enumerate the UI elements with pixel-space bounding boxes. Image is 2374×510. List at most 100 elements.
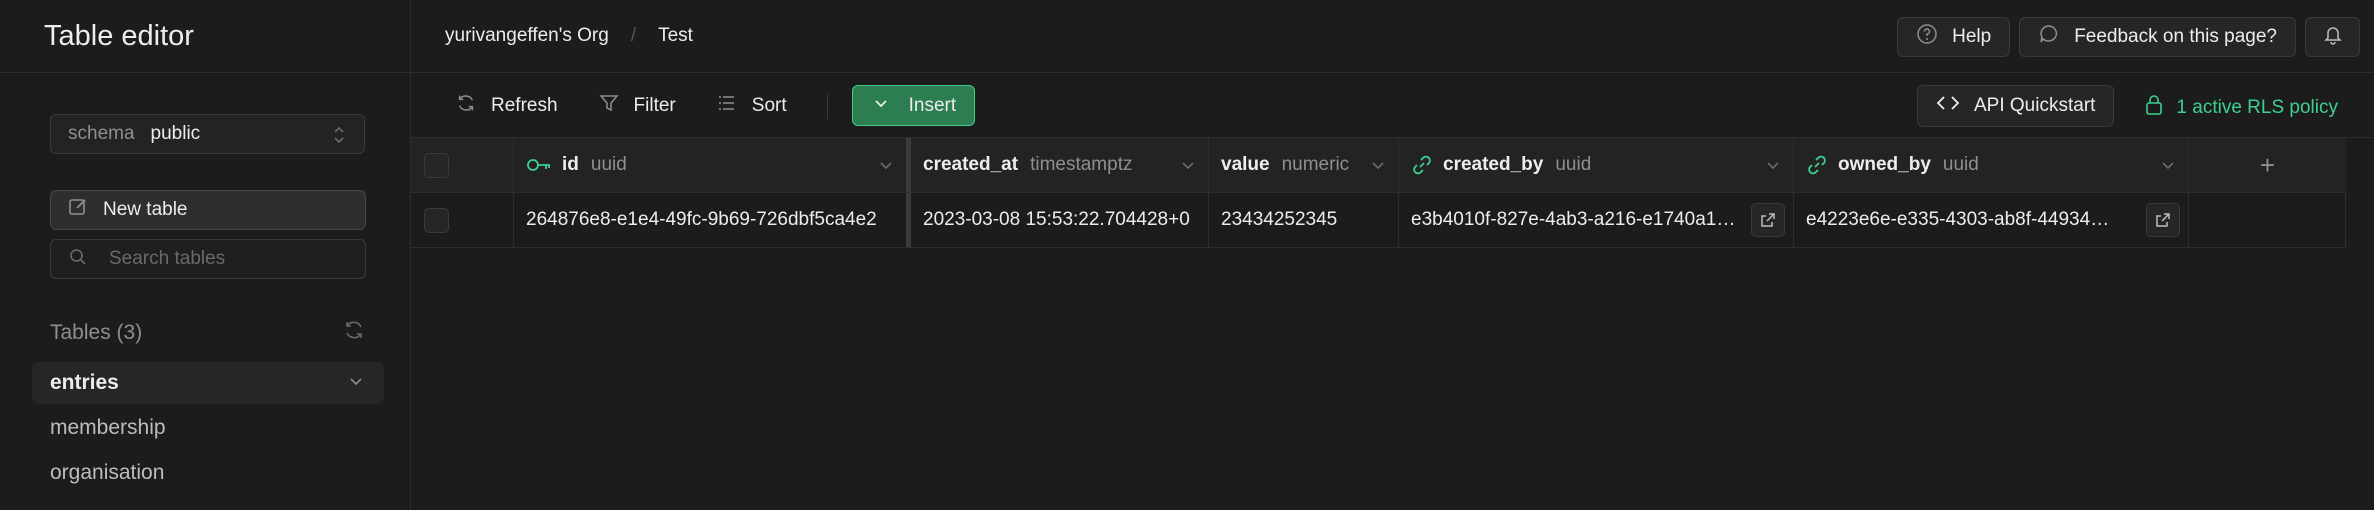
notifications-button[interactable] [2305, 17, 2360, 57]
tables-header: Tables (3) [50, 318, 366, 347]
breadcrumb-org[interactable]: yurivangeffen's Org [445, 25, 609, 47]
edit-icon [67, 196, 103, 224]
link-icon [1413, 155, 1431, 175]
refresh-label: Refresh [491, 94, 558, 116]
chevron-down-icon [2162, 162, 2174, 170]
column-type: timestamptz [1030, 154, 1133, 175]
table-item-label: membership [50, 416, 166, 439]
chevron-down-icon [880, 162, 892, 170]
rls-policy-link[interactable]: 1 active RLS policy [2144, 94, 2338, 122]
breadcrumb: yurivangeffen's Org / Test [411, 25, 693, 47]
data-grid: id uuid created_at timestamptz value num… [411, 138, 2346, 248]
new-table-button[interactable]: New table [50, 190, 366, 230]
help-button[interactable]: Help [1897, 17, 2011, 57]
filter-button[interactable]: Filter [598, 92, 676, 120]
column-header-value[interactable]: value numeric [1209, 138, 1399, 192]
new-table-label: New table [103, 199, 188, 220]
column-header-owned-by[interactable]: owned_by uuid [1794, 138, 2189, 192]
cell-created-by[interactable]: e3b4010f-827e-4ab3-a216-e1740a1… [1399, 193, 1794, 247]
sidebar: Table editor schema public New table Tab… [0, 0, 411, 510]
top-bar: yurivangeffen's Org / Test Help Feedback… [411, 0, 2374, 73]
grid-header-row: id uuid created_at timestamptz value num… [411, 138, 2346, 193]
cell-value: e3b4010f-827e-4ab3-a216-e1740a1… [1411, 209, 1736, 230]
api-quickstart-button[interactable]: API Quickstart [1917, 85, 2115, 127]
tables-heading: Tables (3) [50, 320, 143, 344]
table-row: 264876e8-e1e4-49fc-9b69-726dbf5ca4e2 202… [411, 193, 2346, 248]
cell-owned-by[interactable]: e4223e6e-e335-4303-ab8f-44934… [1794, 193, 2189, 247]
cell-value: 264876e8-e1e4-49fc-9b69-726dbf5ca4e2 [526, 209, 877, 230]
sort-button[interactable]: Sort [716, 92, 787, 120]
search-tables-input[interactable] [109, 248, 349, 270]
select-all-cell [411, 138, 514, 192]
column-header-id[interactable]: id uuid [514, 138, 911, 192]
sort-icon [716, 92, 752, 120]
cell-value[interactable]: 23434252345 [1209, 193, 1399, 247]
table-item-label: entries [50, 371, 119, 394]
column-name: owned_by [1838, 154, 1931, 175]
api-quickstart-label: API Quickstart [1974, 95, 2096, 116]
page-title: Table editor [44, 19, 194, 52]
column-type: uuid [1942, 154, 1979, 175]
insert-button[interactable]: Insert [851, 85, 976, 126]
chevron-down-icon [1767, 162, 1779, 170]
column-name: id [562, 154, 579, 175]
empty-cell [2189, 193, 2346, 247]
chevron-down-icon [1372, 162, 1384, 170]
open-reference-button[interactable] [1751, 203, 1785, 237]
search-tables-box[interactable] [50, 239, 366, 279]
sidebar-item-entries[interactable]: entries [32, 362, 384, 404]
row-checkbox[interactable] [424, 207, 449, 233]
column-type: numeric [1281, 154, 1350, 175]
sidebar-item-organisation[interactable]: organisation [32, 452, 384, 494]
refresh-tables-icon[interactable] [342, 318, 366, 347]
cell-id[interactable]: 264876e8-e1e4-49fc-9b69-726dbf5ca4e2 [514, 193, 911, 247]
breadcrumb-project[interactable]: Test [658, 25, 693, 47]
column-type: uuid [1555, 154, 1592, 175]
message-icon [2038, 23, 2074, 51]
chevron-down-icon [873, 95, 909, 117]
cell-created-at[interactable]: 2023-03-08 15:53:22.704428+0 [911, 193, 1209, 247]
key-icon [527, 159, 550, 171]
column-header-created-by[interactable]: created_by uuid [1399, 138, 1794, 192]
search-icon [69, 248, 87, 271]
plus-icon: + [2259, 149, 2276, 180]
open-reference-button[interactable] [2146, 203, 2180, 237]
help-label: Help [1952, 26, 1992, 47]
external-link-icon [1761, 213, 1775, 227]
column-header-created-at[interactable]: created_at timestamptz [911, 138, 1209, 192]
column-name: created_at [923, 154, 1019, 175]
table-list: entries membership organisation [32, 362, 384, 497]
cell-value: e4223e6e-e335-4303-ab8f-44934… [1806, 209, 2110, 230]
chevron-up-down-icon [332, 124, 346, 152]
select-all-checkbox[interactable] [424, 152, 449, 178]
column-name: created_by [1443, 154, 1544, 175]
schema-select[interactable]: schema public [50, 114, 365, 154]
column-name: value [1221, 154, 1270, 175]
refresh-icon [455, 92, 491, 120]
chevron-down-icon [1182, 162, 1194, 170]
sidebar-header: Table editor [0, 0, 410, 73]
lock-icon [2144, 94, 2176, 122]
chevron-down-icon[interactable] [348, 371, 364, 395]
feedback-label: Feedback on this page? [2074, 26, 2277, 47]
bell-icon [2322, 23, 2344, 51]
link-icon [1808, 155, 1826, 175]
row-select-cell [411, 193, 514, 247]
cell-value: 2023-03-08 15:53:22.704428+0 [923, 209, 1190, 230]
toolbar-divider [826, 92, 828, 119]
code-icon [1936, 93, 1974, 119]
column-type: uuid [590, 154, 627, 175]
filter-icon [598, 92, 634, 120]
sidebar-item-membership[interactable]: membership [32, 407, 384, 449]
breadcrumb-separator: / [630, 25, 637, 46]
schema-label: schema [68, 123, 135, 144]
cell-value: 23434252345 [1221, 209, 1338, 230]
add-column-button[interactable]: + [2189, 138, 2346, 192]
feedback-button[interactable]: Feedback on this page? [2019, 17, 2296, 57]
rls-policy-label: 1 active RLS policy [2176, 97, 2338, 118]
sort-label: Sort [751, 94, 787, 116]
filter-label: Filter [633, 94, 676, 116]
table-toolbar: Refresh Filter Sort Insert API Quickstar… [411, 74, 2374, 138]
top-actions: Help Feedback on this page? [1897, 17, 2360, 57]
refresh-button[interactable]: Refresh [455, 92, 558, 120]
